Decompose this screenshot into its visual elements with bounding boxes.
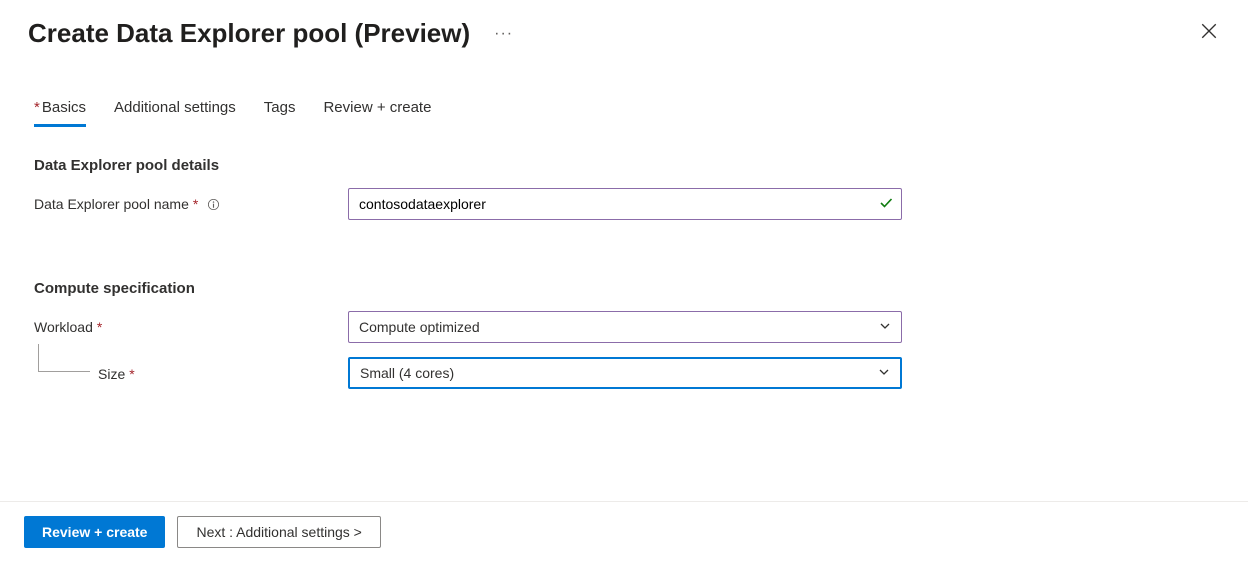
required-indicator: * xyxy=(129,366,134,382)
tree-connector xyxy=(38,344,90,372)
workload-value: Compute optimized xyxy=(359,319,480,335)
pool-name-input[interactable] xyxy=(348,188,902,220)
page-title: Create Data Explorer pool (Preview) xyxy=(28,18,470,49)
size-value: Small (4 cores) xyxy=(360,365,454,381)
chevron-down-icon xyxy=(878,365,890,381)
required-indicator: * xyxy=(97,319,102,335)
info-icon[interactable] xyxy=(206,197,220,211)
pool-name-label: Data Explorer pool name xyxy=(34,196,189,212)
workload-label: Workload xyxy=(34,319,93,335)
required-indicator: * xyxy=(193,196,198,212)
footer-bar: Review + create Next : Additional settin… xyxy=(0,501,1248,562)
next-button[interactable]: Next : Additional settings > xyxy=(177,516,380,548)
tab-basics[interactable]: *Basics xyxy=(34,99,86,127)
tab-tags[interactable]: Tags xyxy=(264,99,296,127)
size-label: Size xyxy=(98,366,125,382)
chevron-down-icon xyxy=(879,319,891,335)
review-create-button[interactable]: Review + create xyxy=(24,516,165,548)
section-details-title: Data Explorer pool details xyxy=(34,157,1214,174)
tab-bar: *Basics Additional settings Tags Review … xyxy=(0,59,1248,127)
close-icon[interactable] xyxy=(1200,22,1218,40)
tab-additional-settings[interactable]: Additional settings xyxy=(114,99,236,127)
more-button[interactable]: ··· xyxy=(494,25,513,43)
tab-review-create[interactable]: Review + create xyxy=(323,99,431,127)
section-compute-title: Compute specification xyxy=(34,280,1214,297)
check-icon xyxy=(878,195,894,214)
size-select[interactable]: Small (4 cores) xyxy=(348,357,902,389)
workload-select[interactable]: Compute optimized xyxy=(348,311,902,343)
